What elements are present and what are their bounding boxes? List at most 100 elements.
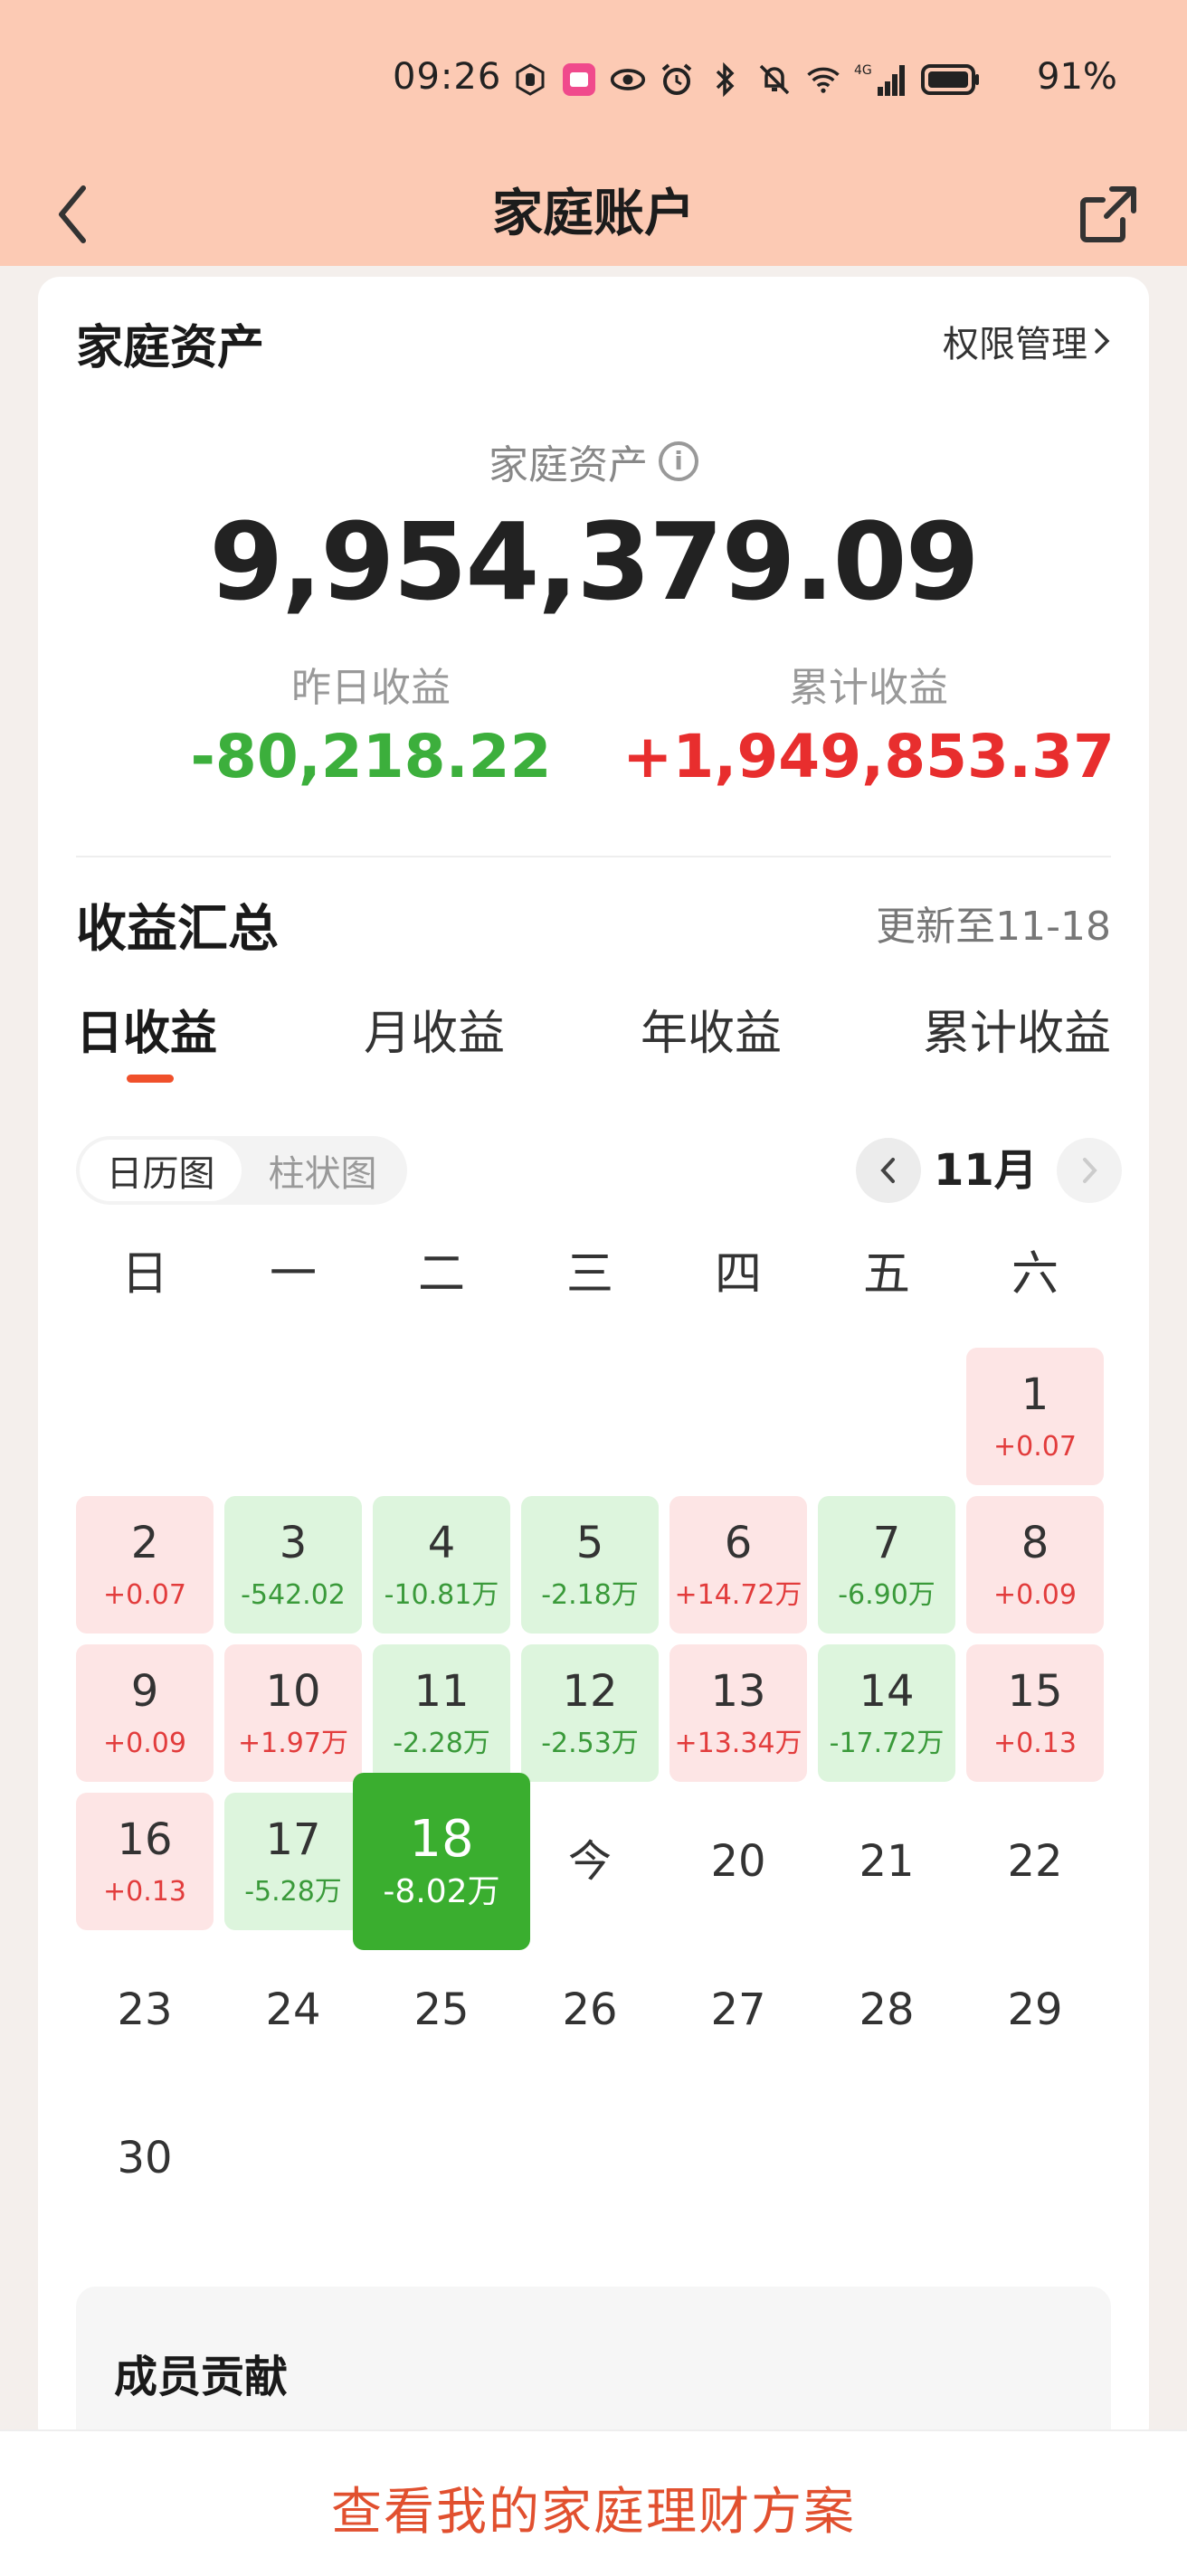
calendar-day[interactable]: 8 +0.09	[966, 1496, 1104, 1634]
calendar-day[interactable]: 29	[966, 1941, 1104, 2079]
calendar-day-number: 24	[265, 1984, 321, 2035]
calendar-day-number: 4	[427, 1518, 456, 1568]
calendar-day[interactable]: 20	[669, 1793, 807, 1930]
calendar-day-number: 14	[859, 1666, 915, 1717]
view-bar[interactable]: 柱状图	[242, 1140, 404, 1201]
calendar-day-value: +14.72万	[674, 1579, 802, 1611]
calendar-day[interactable]: 7 -6.90万	[818, 1496, 955, 1634]
calendar-day-value: -542.02	[241, 1579, 346, 1611]
calendar-day[interactable]: 16 +0.13	[76, 1793, 214, 1930]
calendar-day[interactable]: 3 -542.02	[224, 1496, 362, 1634]
calendar-day[interactable]: 11 -2.28万	[373, 1644, 510, 1782]
calendar-day-value: -6.90万	[838, 1579, 935, 1611]
calendar-day[interactable]: 22	[966, 1793, 1104, 1930]
calendar-day[interactable]: 28	[818, 1941, 955, 2079]
chevron-right-icon	[1083, 1158, 1097, 1183]
calendar-day-number: 20	[710, 1836, 766, 1887]
calendar-day[interactable]: 30	[76, 2089, 214, 2227]
info-icon[interactable]: i	[659, 441, 698, 481]
calendar-day-number: 3	[279, 1518, 308, 1568]
prev-month-button[interactable]	[856, 1138, 921, 1203]
calendar-day[interactable]: 5 -2.18万	[521, 1496, 659, 1634]
status-time: 09:26	[393, 56, 502, 98]
update-text: 更新至11-18	[876, 904, 1111, 950]
calendar-day[interactable]: 1 +0.07	[966, 1348, 1104, 1485]
calendar-day-number: 2	[130, 1518, 159, 1568]
asset-label: 家庭资产	[489, 442, 648, 488]
calendar-day[interactable]: 今	[521, 1793, 659, 1930]
tab-daily[interactable]: 日收益	[76, 995, 217, 1063]
calendar-day-number: 27	[710, 1984, 766, 2035]
wifi-icon	[805, 62, 841, 98]
view-plan-button[interactable]: 查看我的家庭理财方案	[0, 2471, 1187, 2544]
tab-cumulative[interactable]: 累计收益	[923, 995, 1111, 1063]
calendar-day[interactable]: 17 -5.28万	[224, 1793, 362, 1930]
weekday-label: 日	[120, 1247, 168, 1302]
calendar-day-value: -17.72万	[829, 1728, 945, 1759]
calendar-day[interactable]: 26	[521, 1941, 659, 2079]
calendar-day[interactable]: 9 +0.09	[76, 1644, 214, 1782]
calendar-day[interactable]: 27	[669, 1941, 807, 2079]
svg-text:4G: 4G	[854, 63, 872, 78]
bottom-bar: 查看我的家庭理财方案	[0, 2429, 1187, 2576]
main-card: 家庭资产 权限管理 家庭资产 i 9,954,379.09 昨日收益 -80,2…	[38, 277, 1149, 2504]
calendar-day-number: 11	[413, 1666, 470, 1717]
calendar-day[interactable]: 13 +13.34万	[669, 1644, 807, 1782]
tab-yearly[interactable]: 年收益	[641, 995, 782, 1063]
calendar-day-value: +13.34万	[674, 1728, 802, 1759]
calendar-day-value: +0.13	[993, 1728, 1077, 1759]
calendar-day-number: 今	[567, 1836, 612, 1887]
divider	[76, 856, 1111, 857]
calendar-day[interactable]: 4 -10.81万	[373, 1496, 510, 1634]
tab-monthly[interactable]: 月收益	[364, 995, 505, 1063]
calendar-day-value: +0.07	[993, 1431, 1077, 1463]
member-title: 成员贡献	[114, 2352, 289, 2402]
calendar-day[interactable]: 14 -17.72万	[818, 1644, 955, 1782]
calendar-day[interactable]: 24	[224, 1941, 362, 2079]
calendar-day-value: -8.02万	[383, 1873, 500, 1910]
calendar-day-number: 28	[859, 1984, 915, 2035]
calendar-day[interactable]: 6 +14.72万	[669, 1496, 807, 1634]
calendar-day[interactable]: 23	[76, 1941, 214, 2079]
calendar-day-number: 12	[562, 1666, 618, 1717]
battery-icon	[921, 62, 981, 98]
yesterday-value: -80,218.22	[190, 722, 552, 791]
calendar-grid: 1 +0.07 2 +0.07 3 -542.02 4 -10.81万 5 -2.18万 6 +14.…	[76, 1348, 1111, 2183]
weekday-header: 日 一 二 三 四 五 六	[76, 1236, 1111, 1308]
calendar-day[interactable]: 10 +1.97万	[224, 1644, 362, 1782]
permission-link-label: 权限管理	[943, 324, 1087, 365]
section-title-assets: 家庭资产	[76, 321, 265, 375]
chevron-left-icon	[59, 185, 86, 243]
calendar-day-value: +1.97万	[238, 1728, 348, 1759]
app-badge-icon	[561, 62, 597, 98]
share-button[interactable]	[1068, 163, 1149, 266]
next-month-button[interactable]	[1057, 1138, 1122, 1203]
calendar-day[interactable]: 25	[373, 1941, 510, 2079]
calendar-day-number: 7	[872, 1518, 901, 1568]
calendar-day-number: 18	[409, 1810, 474, 1869]
permission-link[interactable]: 权限管理	[943, 315, 1111, 367]
calendar-day-number: 13	[710, 1666, 766, 1717]
weekday-label: 四	[714, 1247, 762, 1302]
yesterday-label: 昨日收益	[291, 665, 451, 711]
back-button[interactable]	[36, 163, 109, 266]
total-label: 累计收益	[789, 665, 948, 711]
calendar-day[interactable]: 15 +0.13	[966, 1644, 1104, 1782]
calendar-day[interactable]: 2 +0.07	[76, 1496, 214, 1634]
chevron-right-icon	[1095, 328, 1110, 354]
eye-icon	[610, 62, 646, 98]
calendar-day-number: 6	[724, 1518, 753, 1568]
month-label: 11月	[934, 1145, 1038, 1196]
calendar-day[interactable]: 21	[818, 1793, 955, 1930]
view-calendar[interactable]: 日历图	[80, 1140, 242, 1201]
share-icon	[1080, 186, 1136, 242]
calendar-day-number: 22	[1007, 1836, 1063, 1887]
bluetooth-icon	[707, 62, 744, 98]
calendar-day-number: 17	[265, 1814, 321, 1865]
status-bar: 09:26 4G 91%	[0, 0, 1187, 163]
calendar-day-number: 16	[117, 1814, 173, 1865]
calendar-day[interactable]: 18 -8.02万	[353, 1773, 530, 1950]
calendar-day-number: 10	[265, 1666, 321, 1717]
calendar-day-number: 5	[575, 1518, 604, 1568]
calendar-day[interactable]: 12 -2.53万	[521, 1644, 659, 1782]
